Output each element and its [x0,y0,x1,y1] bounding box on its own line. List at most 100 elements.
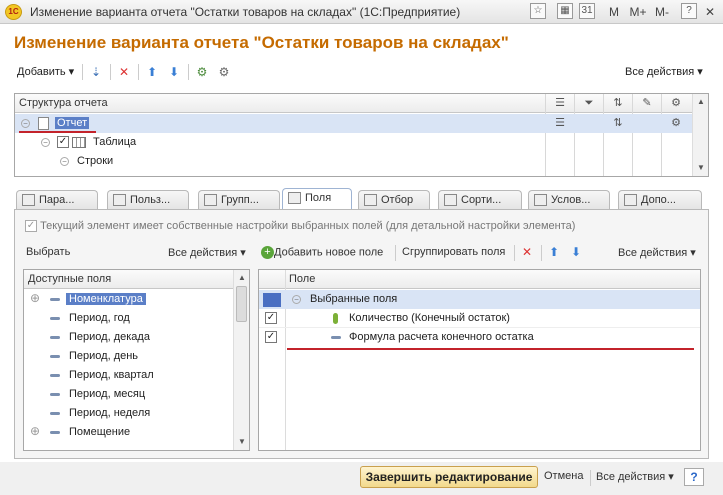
conditional-format-column-icon[interactable]: ✎ [639,96,655,111]
collapse-icon[interactable]: − [21,119,30,128]
field-checkbox[interactable]: ✓ [265,331,277,343]
table-checkbox[interactable]: ✓ [57,136,69,148]
resource-icon [333,313,338,324]
filter-column-icon[interactable]: ⏷ [581,96,597,111]
available-field-row[interactable]: Период, день [24,347,234,366]
toolbar-separator [188,64,189,80]
finish-editing-button[interactable]: Завершить редактирование [360,466,538,488]
tab-filter[interactable]: Отбор [358,190,430,210]
all-actions-menu[interactable]: Все действия ▾ [625,65,703,78]
available-field-label: Период, неделя [69,407,151,419]
scroll-down-icon[interactable]: ▼ [695,162,707,174]
tab-fields[interactable]: Поля [282,188,352,210]
close-icon[interactable]: ✕ [702,3,718,21]
toolbar-separator [82,64,83,80]
collapse-icon[interactable]: − [292,295,301,304]
star-icon[interactable]: ☆ [530,3,546,19]
tab-user-settings[interactable]: Польз... [107,190,189,210]
filter-icon [364,194,377,206]
vertical-scrollbar[interactable]: ▲ ▼ [692,94,708,176]
other-settings-cell-icon[interactable]: ⚙ [668,116,684,131]
move-field-down-icon[interactable]: ⬇ [567,243,585,261]
other-settings-column-icon[interactable]: ⚙ [668,96,684,111]
tab-conditional-format[interactable]: Услов... [528,190,610,210]
scroll-thumb[interactable] [236,286,247,322]
structure-row-report[interactable]: − Отчет ☰ ⇅ ⚙ [15,114,693,133]
add-button[interactable]: Добавить ▾ [17,65,74,78]
field-checkbox[interactable]: ✓ [265,312,277,324]
toolbar-separator [395,245,396,261]
memory-plus-button[interactable]: M+ [627,3,649,21]
ungroup-settings-icon[interactable]: ⚙ [215,63,233,81]
selected-field-row[interactable]: ✓ Количество (Конечный остаток) [259,309,700,328]
calculator-icon[interactable]: ▦ [557,3,573,19]
available-field-row[interactable]: Период, неделя [24,404,234,423]
structure-row-table[interactable]: − ✓ Таблица [15,133,693,152]
tab-groupings[interactable]: Групп... [198,190,280,210]
add-grouping-icon[interactable]: ⇣ [87,63,105,81]
help-icon[interactable]: ? [684,468,704,486]
own-settings-checkbox[interactable]: ✓ [25,220,37,233]
own-settings-option[interactable]: ✓ Текущий элемент имеет собственные наст… [25,220,575,233]
field-icon [50,374,60,377]
all-actions-left-menu[interactable]: Все действия ▾ [168,246,246,259]
row-marker [263,293,281,307]
groupings-icon [204,194,217,206]
collapse-icon[interactable]: − [60,157,69,166]
all-actions-right-menu[interactable]: Все действия ▾ [618,246,696,259]
available-field-label: Период, день [69,350,139,362]
scroll-up-icon[interactable]: ▲ [236,272,248,284]
scroll-up-icon[interactable]: ▲ [695,96,707,108]
available-field-label: Номенклатура [66,293,146,305]
group-settings-icon[interactable]: ⚙ [193,63,211,81]
settings-tabs: Пара... Польз... Групп... Поля Отбор Сор… [14,188,709,210]
cancel-button[interactable]: Отмена [544,470,583,482]
order-column-icon[interactable]: ⇅ [610,96,626,111]
available-field-row[interactable]: Период, год [24,309,234,328]
all-actions-footer-menu[interactable]: Все действия ▾ [596,470,674,483]
add-new-field-button[interactable]: + Добавить новое поле [261,246,383,259]
user-settings-icon [113,194,126,206]
move-down-icon[interactable]: ⬇ [165,63,183,81]
collapse-icon[interactable]: − [41,138,50,147]
additional-icon [624,194,637,206]
expand-icon[interactable]: ⊕ [30,424,40,438]
red-underline-annotation [287,348,694,350]
select-button[interactable]: Выбрать [26,246,70,258]
memory-m-button[interactable]: M [606,3,622,21]
help-icon[interactable]: ? [681,3,697,19]
fields-cell-icon[interactable]: ☰ [552,116,568,131]
memory-minus-button[interactable]: M- [652,3,672,21]
structure-row-label: Таблица [93,136,137,148]
move-field-up-icon[interactable]: ⬆ [545,243,563,261]
delete-icon[interactable]: ✕ [115,63,133,81]
selected-field-row[interactable]: ✓ Формула расчета конечного остатка [259,328,700,347]
available-field-row[interactable]: Период, квартал [24,366,234,385]
column-header-structure: Структура отчета [19,97,108,109]
order-cell-icon[interactable]: ⇅ [610,116,626,131]
structure-row-rows[interactable]: − Строки [15,152,693,171]
expand-icon[interactable]: ⊕ [30,291,40,305]
table-icon [72,137,86,148]
move-up-icon[interactable]: ⬆ [143,63,161,81]
selected-field-label: Формула расчета конечного остатка [349,331,534,343]
fields-column-icon[interactable]: ☰ [552,96,568,111]
window-title: Изменение варианта отчета "Остатки товар… [30,5,461,19]
available-field-row[interactable]: Период, месяц [24,385,234,404]
available-field-row[interactable]: ⊕ Номенклатура [24,290,234,309]
column-header-field: Поле [289,273,316,285]
available-field-row[interactable]: ⊕ Помещение [24,423,234,442]
vertical-scrollbar[interactable]: ▲ ▼ [233,270,249,450]
scroll-down-icon[interactable]: ▼ [236,436,248,448]
available-field-row[interactable]: Период, декада [24,328,234,347]
selected-group-row[interactable]: − Выбранные поля [259,290,700,309]
tab-sorting[interactable]: Сорти... [438,190,522,210]
group-fields-button[interactable]: Сгруппировать поля [402,246,505,258]
tab-additional[interactable]: Допо... [618,190,702,210]
structure-row-label: Строки [77,155,114,167]
calendar-icon[interactable]: 31 [579,3,595,19]
tab-parameters[interactable]: Пара... [16,190,98,210]
delete-field-icon[interactable]: ✕ [518,243,536,261]
report-structure-grid: Структура отчета ☰ ⏷ ⇅ ✎ ⚙ − Отчет ☰ ⇅ ⚙… [14,93,709,177]
toolbar-separator [110,64,111,80]
